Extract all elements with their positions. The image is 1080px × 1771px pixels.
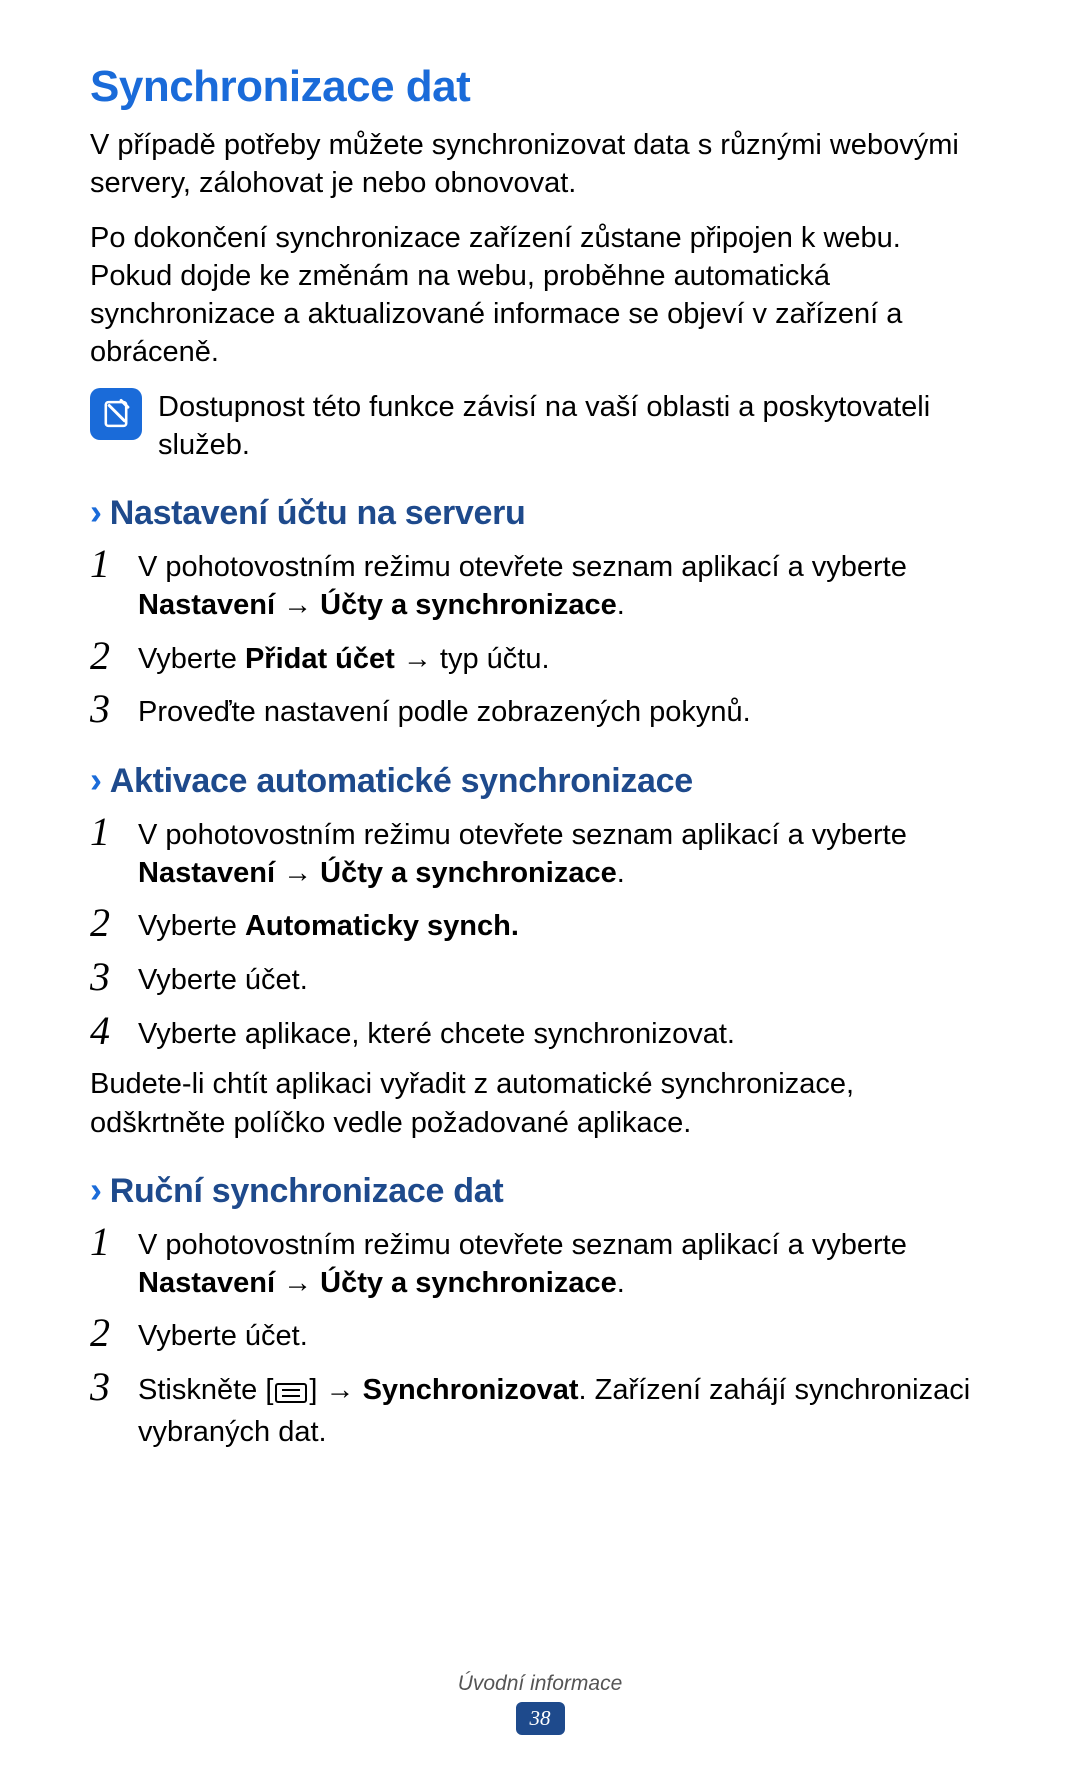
step-text: Proveďte nastavení podle zobrazených pok… xyxy=(138,690,990,732)
subheading-text: Nastavení účtu na serveru xyxy=(110,494,526,532)
subheading-manual-sync: ›Ruční synchronizace dat xyxy=(90,1172,990,1211)
footer-section-label: Úvodní informace xyxy=(0,1672,1080,1696)
page-title: Synchronizace dat xyxy=(90,62,990,112)
step-text: Vyberte aplikace, které chcete synchroni… xyxy=(138,1012,990,1054)
chevron-icon: › xyxy=(90,491,102,532)
note-row: Dostupnost této funkce závisí na vaší ob… xyxy=(90,388,990,465)
intro-paragraph-1: V případě potřeby můžete synchronizovat … xyxy=(90,126,990,203)
step-text: Vyberte Přidat účet → typ účtu. xyxy=(138,637,990,679)
step-text: V pohotovostním režimu otevřete seznam a… xyxy=(138,1223,990,1302)
step-text: Stiskněte [] → Synchronizovat. Zařízení … xyxy=(138,1368,990,1451)
subheading-text: Ruční synchronizace dat xyxy=(110,1172,504,1210)
step-text: Vyberte účet. xyxy=(138,1314,990,1356)
chevron-icon: › xyxy=(90,1169,102,1210)
menu-key-icon xyxy=(275,1376,307,1414)
steps-manual-sync: 1 V pohotovostním režimu otevřete seznam… xyxy=(90,1223,990,1451)
step-number: 1 xyxy=(90,813,130,851)
step-number: 3 xyxy=(90,690,130,728)
step-number: 2 xyxy=(90,904,130,942)
page-number-badge: 38 xyxy=(516,1702,565,1735)
steps-auto-sync: 1 V pohotovostním režimu otevřete seznam… xyxy=(90,813,990,1053)
subheading-auto-sync: ›Aktivace automatické synchronizace xyxy=(90,762,990,801)
step-number: 2 xyxy=(90,637,130,675)
steps-account-setup: 1 V pohotovostním režimu otevřete seznam… xyxy=(90,545,990,732)
step-number: 1 xyxy=(90,1223,130,1261)
subheading-account-setup: ›Nastavení účtu na serveru xyxy=(90,494,990,533)
note-text: Dostupnost této funkce závisí na vaší ob… xyxy=(158,388,990,465)
intro-paragraph-2: Po dokončení synchronizace zařízení zůst… xyxy=(90,219,990,372)
step-number: 2 xyxy=(90,1314,130,1352)
step-number: 3 xyxy=(90,1368,130,1406)
page-footer: Úvodní informace 38 xyxy=(0,1672,1080,1735)
chevron-icon: › xyxy=(90,759,102,800)
paragraph-auto-sync-note: Budete-li chtít aplikaci vyřadit z autom… xyxy=(90,1065,990,1142)
step-number: 1 xyxy=(90,545,130,583)
step-text: V pohotovostním režimu otevřete seznam a… xyxy=(138,813,990,892)
step-number: 3 xyxy=(90,958,130,996)
subheading-text: Aktivace automatické synchronizace xyxy=(110,762,693,800)
step-text: Vyberte Automaticky synch. xyxy=(138,904,990,946)
note-icon xyxy=(90,388,142,440)
step-text: V pohotovostním režimu otevřete seznam a… xyxy=(138,545,990,624)
step-text: Vyberte účet. xyxy=(138,958,990,1000)
step-number: 4 xyxy=(90,1012,130,1050)
